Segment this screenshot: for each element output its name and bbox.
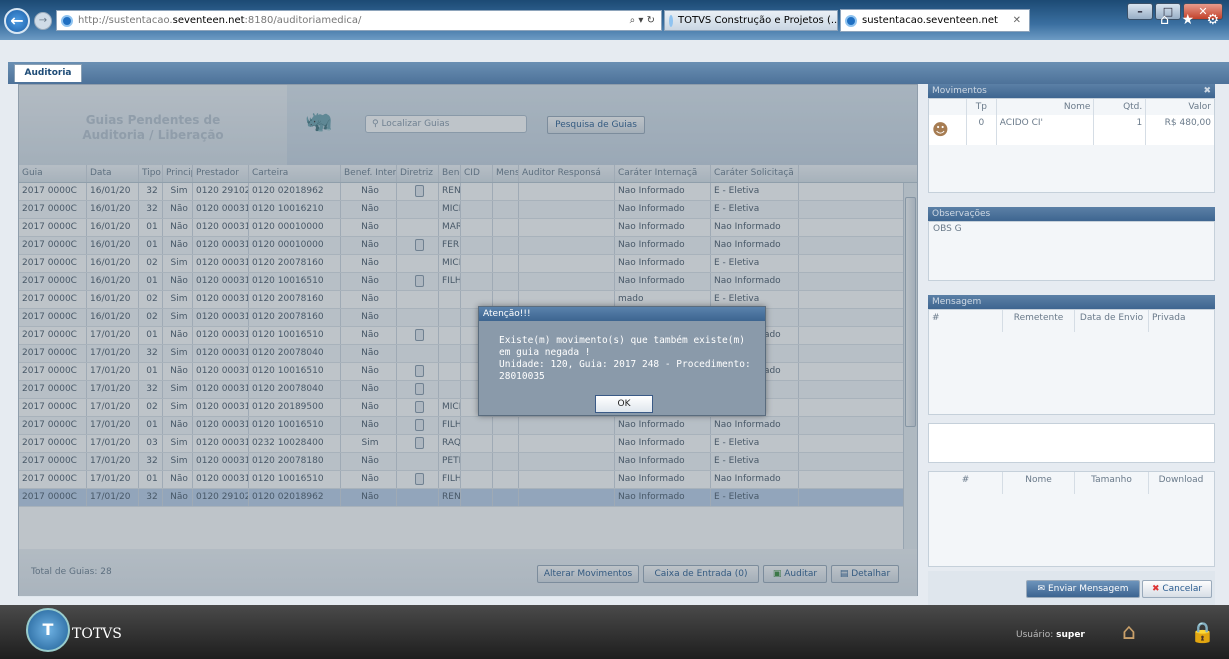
mov-valor: R$ 480,00: [1164, 118, 1211, 128]
anexos-table: # Nome Tamanho Download: [928, 471, 1215, 567]
enviar-label: Enviar Mensagem: [1047, 584, 1129, 594]
anexo-col-download: Download: [1158, 475, 1204, 485]
mensagem-header: # Remetente Data de Envio Privada: [929, 310, 1214, 332]
msg-col-data: Data de Envio: [1075, 310, 1149, 332]
modal-overlay: [18, 84, 918, 596]
search-refresh-controls[interactable]: ⌕ ▾ ↻: [630, 15, 655, 26]
mov-col-qtd: Qtd.: [1094, 99, 1147, 115]
anexos-header: # Nome Tamanho Download: [929, 472, 1214, 494]
right-panel: Movimentos ✖ Tp Nome Qtd. Valor ☻ 0 ACIDO…: [928, 84, 1215, 607]
movimento-row[interactable]: ☻ 0 ACIDO CI' 1 R$ 480,00: [929, 115, 1214, 145]
home-icon[interactable]: ⌂: [1122, 620, 1136, 645]
mensagem-table: # Remetente Data de Envio Privada: [928, 309, 1215, 415]
movimentos-table: Tp Nome Qtd. Valor ☻ 0 ACIDO CI' 1 R$ 48…: [928, 98, 1215, 193]
anexo-col-nome: Nome: [1003, 472, 1075, 494]
mov-nome: ACIDO CI': [997, 115, 1095, 145]
close-icon[interactable]: ✖: [1203, 84, 1211, 98]
totvs-logo-icon: T: [26, 608, 70, 652]
msg-col-privada: Privada: [1152, 313, 1186, 323]
mov-qtd: 1: [1094, 115, 1147, 145]
observacoes-text: OBS G: [928, 221, 1215, 281]
home-favorites-tools-icons[interactable]: ⌂ ★ ⚙: [1160, 12, 1223, 28]
mov-col: [929, 99, 967, 115]
minimize-button[interactable]: –: [1127, 3, 1153, 20]
tab-title: sustentacao.seventeen.net: [862, 15, 998, 26]
mov-tp: 0: [967, 115, 997, 145]
totvs-logo-text: TOTVS: [72, 626, 122, 642]
anexo-col-num: #: [929, 472, 1003, 494]
mensagem-actions: ✉ Enviar Mensagem ✖ Cancelar: [928, 571, 1215, 607]
dialog-title: Atenção!!!: [479, 307, 765, 321]
movimentos-title-text: Movimentos: [932, 86, 987, 96]
mov-col-tp: Tp: [967, 99, 997, 115]
dialog-line1: Existe(m) movimento(s) que também existe…: [499, 335, 745, 346]
usuario-info: Usuário: super: [1016, 630, 1085, 640]
person-icon: ☻: [929, 115, 967, 145]
enviar-mensagem-button[interactable]: ✉ Enviar Mensagem: [1026, 580, 1140, 598]
cancel-icon: ✖: [1151, 584, 1163, 594]
msg-col-num: #: [929, 310, 1003, 332]
movimentos-header: Tp Nome Qtd. Valor: [929, 99, 1214, 115]
url-domain: seventeen.net: [172, 15, 245, 26]
address-bar[interactable]: http://sustentacao. seventeen.net:8180/au…: [56, 10, 662, 31]
app-tab-bar: [8, 62, 1229, 84]
tab-close-icon[interactable]: ✕: [1013, 15, 1021, 26]
mensagem-input[interactable]: [928, 423, 1215, 463]
lock-icon[interactable]: 🔒: [1190, 620, 1215, 644]
alert-dialog: Atenção!!! Existe(m) movimento(s) que ta…: [478, 306, 766, 416]
send-icon: ✉: [1037, 584, 1048, 594]
mov-col-valor: Valor: [1188, 102, 1211, 112]
back-button[interactable]: ←: [4, 8, 30, 34]
dialog-message: Existe(m) movimento(s) que também existe…: [479, 321, 765, 383]
cancelar-label: Cancelar: [1162, 584, 1203, 594]
browser-tab-totvs[interactable]: TOTVS Construção e Projetos (...: [664, 10, 838, 31]
usuario-value: super: [1056, 630, 1085, 640]
usuario-label: Usuário:: [1016, 630, 1054, 640]
forward-button[interactable]: →: [34, 12, 52, 30]
mov-col-nome: Nome: [997, 99, 1095, 115]
ie-icon: [669, 14, 673, 27]
ie-icon: [845, 14, 857, 27]
tab-auditoria[interactable]: Auditoria: [14, 64, 82, 82]
ie-icon: [61, 14, 73, 27]
ok-button[interactable]: OK: [595, 395, 653, 413]
movimentos-title: Movimentos ✖: [928, 84, 1215, 98]
cancelar-button[interactable]: ✖ Cancelar: [1142, 580, 1212, 598]
browser-tab-sustentacao[interactable]: sustentacao.seventeen.net ✕: [840, 9, 1030, 32]
dialog-line4: 28010035: [499, 371, 545, 382]
anexo-col-tamanho: Tamanho: [1075, 472, 1149, 494]
tab-title: TOTVS Construção e Projetos (...: [678, 15, 838, 26]
msg-col-remetente: Remetente: [1003, 310, 1075, 332]
mensagem-title: Mensagem: [928, 295, 1215, 309]
dialog-line3: Unidade: 120, Guia: 2017 248 - Procedime…: [499, 359, 751, 370]
url-prefix: http://sustentacao.: [78, 15, 173, 26]
dialog-line2: em guia negada !: [499, 347, 591, 358]
url-suffix: :8180/auditoriamedica/: [244, 15, 362, 26]
observacoes-title: Observações: [928, 207, 1215, 221]
